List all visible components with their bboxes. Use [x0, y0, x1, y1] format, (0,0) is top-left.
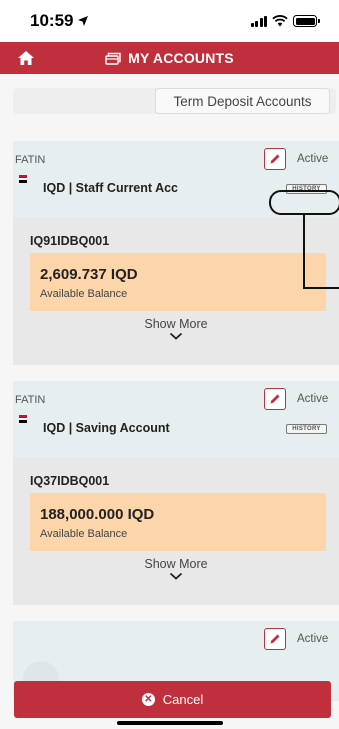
header-title-label: MY ACCOUNTS — [128, 50, 234, 66]
battery-icon — [293, 15, 320, 27]
term-deposit-filter-button[interactable]: Term Deposit Accounts — [155, 88, 330, 114]
balance-amount: 2,609.737 IQD — [40, 266, 138, 283]
account-card-header: FATIN Active IQD | Saving Account HISTOR… — [13, 381, 339, 457]
highlight-circle — [269, 190, 339, 215]
wifi-icon — [272, 15, 288, 27]
pencil-icon — [270, 394, 280, 404]
account-card-body: IQ37IDBQ001 188,000.000 IQD Available Ba… — [13, 457, 339, 605]
show-more-label: Show More — [144, 317, 208, 331]
edit-button[interactable] — [264, 388, 286, 410]
account-status: Active — [297, 393, 329, 405]
clock-label: 10:59 — [30, 11, 74, 30]
account-card: FATIN Active IQD | Saving Account HISTOR… — [13, 381, 339, 605]
home-icon[interactable] — [17, 50, 35, 66]
account-card-body: IQ91IDBQ001 2,609.737 IQD Available Bala… — [13, 217, 339, 365]
status-time: 10:59 — [30, 11, 89, 31]
balance-amount: 188,000.000 IQD — [40, 506, 155, 523]
pencil-icon — [270, 154, 280, 164]
status-bar: 10:59 — [0, 0, 339, 42]
account-owner: FATIN — [15, 154, 46, 166]
account-number: IQ37IDBQ001 — [30, 474, 110, 488]
app-header: MY ACCOUNTS — [0, 42, 339, 74]
account-status: Active — [297, 153, 329, 165]
status-icons — [250, 15, 320, 27]
balance-label: Available Balance — [40, 528, 128, 540]
iraq-flag-icon — [19, 175, 27, 184]
account-owner: FATIN — [15, 394, 46, 406]
show-more-button[interactable]: Show More — [13, 317, 339, 340]
page-title: MY ACCOUNTS — [105, 50, 234, 66]
account-name: IQD | Staff Current Acc — [43, 181, 178, 195]
iraq-flag-icon — [19, 415, 27, 424]
chevron-down-icon — [169, 572, 183, 580]
history-button[interactable]: HISTORY — [286, 424, 327, 434]
balance-label: Available Balance — [40, 288, 128, 300]
show-more-label: Show More — [144, 557, 208, 571]
accounts-list[interactable]: Term Deposit Accounts FATIN Active IQD |… — [0, 74, 339, 729]
close-circle-icon: ✕ — [141, 693, 155, 706]
account-name: IQD | Saving Account — [43, 421, 170, 435]
callout-line — [303, 215, 305, 289]
account-card: FATIN Active IQD | Staff Current Acc HIS… — [13, 141, 339, 365]
edit-button[interactable] — [264, 148, 286, 170]
chevron-down-icon — [169, 332, 183, 340]
balance-box: 2,609.737 IQD Available Balance — [30, 253, 326, 311]
balance-box: 188,000.000 IQD Available Balance — [30, 493, 326, 551]
signal-icon — [250, 15, 267, 27]
cancel-button[interactable]: ✕ Cancel — [14, 681, 331, 718]
account-number: IQ91IDBQ001 — [30, 234, 110, 248]
filter-row: Term Deposit Accounts — [13, 88, 336, 114]
callout-line — [303, 287, 339, 289]
home-indicator — [117, 721, 223, 725]
pencil-icon — [270, 634, 280, 644]
location-arrow-icon — [78, 16, 89, 26]
edit-button[interactable] — [264, 628, 286, 650]
account-status: Active — [297, 633, 329, 645]
accounts-icon — [105, 52, 121, 65]
cancel-label: Cancel — [162, 692, 204, 707]
show-more-button[interactable]: Show More — [13, 557, 339, 580]
